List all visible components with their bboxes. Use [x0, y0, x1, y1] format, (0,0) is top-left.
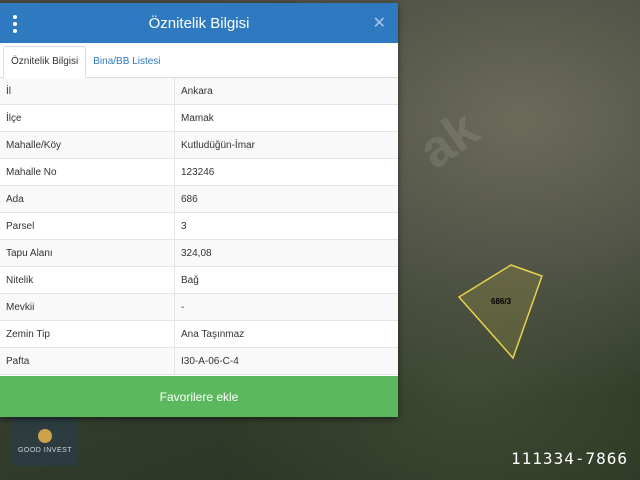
attribute-value: Kutludüğün-İmar [174, 131, 398, 159]
attribute-value: Ankara [174, 78, 398, 105]
add-to-favorites-button[interactable]: Favorilere ekle [0, 376, 398, 417]
panel-tabs: Öznitelik Bilgisi Bina/BB Listesi [0, 43, 398, 78]
tab-building-list[interactable]: Bina/BB Listesi [86, 47, 167, 77]
table-row: İlçe Mamak [0, 104, 398, 132]
close-icon[interactable]: ✕ [373, 13, 386, 33]
attribute-key: Parsel [0, 212, 175, 240]
attribute-value: - [174, 293, 398, 321]
panel-header: Öznitelik Bilgisi ✕ [0, 3, 398, 43]
attribute-key: Pafta [0, 347, 175, 375]
attribute-key: Zemin Tip [0, 320, 175, 348]
table-row: Pafta I30-A-06-C-4 [0, 347, 398, 375]
table-row: Tapu Alanı 324,08 [0, 239, 398, 267]
parcel-label: 686/3 [491, 297, 512, 306]
attribute-key: İl [0, 78, 175, 105]
attribute-table: İl Ankara İlçe Mamak Mahalle/Köy Kutludüğün-İ… [0, 78, 398, 375]
attribute-value: 324,08 [174, 239, 398, 267]
attribute-key: Tapu Alanı [0, 239, 175, 267]
attribute-value: 3 [174, 212, 398, 240]
attribute-value: Mamak [174, 104, 398, 132]
attribute-key: Mahalle No [0, 158, 175, 186]
attribute-key: Mevkii [0, 293, 175, 321]
table-row: Ada 686 [0, 185, 398, 213]
attribute-value: Bağ [174, 266, 398, 294]
panel-title: Öznitelik Bilgisi [148, 14, 250, 32]
logo-text: GOOD INVEST [17, 446, 73, 454]
table-row: Nitelik Bağ [0, 266, 398, 294]
phone-number: 111334-7866 [511, 449, 628, 468]
table-row: Mahalle/Köy Kutludüğün-İmar [0, 131, 398, 159]
table-row: Zemin Tip Ana Taşınmaz [0, 320, 398, 348]
attribute-value: Ana Taşınmaz [174, 320, 398, 348]
tab-attribute-info[interactable]: Öznitelik Bilgisi [3, 46, 87, 78]
attribute-key: İlçe [0, 104, 175, 132]
attribute-value: 123246 [174, 158, 398, 186]
logo-emblem-icon [38, 428, 52, 443]
parcel-polygon[interactable] [457, 264, 543, 360]
attribute-panel: Öznitelik Bilgisi ✕ Öznitelik Bilgisi Bi… [0, 3, 398, 417]
attribute-key: Mahalle/Köy [0, 131, 175, 159]
table-row: Parsel 3 [0, 212, 398, 240]
attribute-value: 686 [174, 185, 398, 213]
kebab-menu-icon[interactable] [13, 15, 19, 33]
attribute-key: Ada [0, 185, 175, 213]
table-row: İl Ankara [0, 78, 398, 105]
company-logo: GOOD INVEST [12, 416, 78, 466]
table-row: Mahalle No 123246 [0, 158, 398, 186]
table-row: Mevkii - [0, 293, 398, 321]
attribute-value: I30-A-06-C-4 [174, 347, 398, 375]
attribute-key: Nitelik [0, 266, 175, 294]
